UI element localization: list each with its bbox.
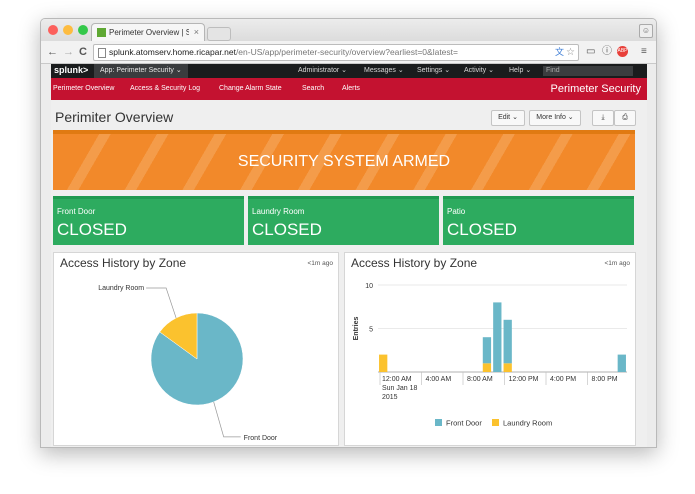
print-button[interactable]: ⎙ (614, 110, 636, 126)
bar-front-door (617, 354, 626, 372)
x-tick-label: 8:00 AM (467, 376, 493, 383)
url-path: /en-US/app/perimeter-security/overview?e… (235, 47, 458, 57)
panel-refresh-time[interactable]: <1m ago (308, 260, 333, 267)
legend-swatch (435, 419, 442, 426)
pie-leader-line (146, 287, 177, 319)
bar-front-door (493, 302, 502, 372)
title-bar: Perimeter Overview | Splunk × ☺ (41, 19, 656, 42)
page-icon (98, 48, 106, 58)
close-window-button[interactable] (48, 25, 58, 35)
panel-refresh-time[interactable]: <1m ago (605, 260, 630, 267)
page-content: splunk> App: Perimeter Security ⌄ Admini… (51, 64, 647, 447)
status-front-door: Front Door CLOSED (53, 196, 244, 245)
url-host: splunk.atomserv.home.ricapar.net (109, 47, 236, 57)
new-tab-button[interactable] (207, 27, 231, 41)
pie-chart: Front Door Laundry Room (98, 285, 278, 442)
status-label: Front Door (57, 207, 96, 216)
y-axis-label: Entries (353, 317, 360, 341)
status-label: Laundry Room (252, 207, 305, 216)
bar-front-door (503, 319, 512, 364)
star-icon[interactable]: ☆ (566, 45, 575, 60)
legend-swatch (492, 419, 499, 426)
zoom-window-button[interactable] (78, 25, 88, 35)
nav-change-alarm-state[interactable]: Change Alarm State (219, 78, 282, 100)
info-icon[interactable]: ⓘ (602, 45, 612, 58)
menu-settings[interactable]: Settings ⌄ (417, 64, 450, 78)
reload-button[interactable]: C (79, 45, 87, 59)
bar-chart: 5 10 Entries 12:00 AM Sun Jan 18 2015 4:00 AM 8… (353, 283, 627, 428)
app-bar: Perimeter Overview Access & Security Log… (51, 78, 647, 100)
profile-icon[interactable]: ☺ (639, 24, 653, 38)
alarm-banner: SECURITY SYSTEM ARMED (53, 130, 635, 190)
alarm-status-text: SECURITY SYSTEM ARMED (237, 153, 451, 170)
bar-laundry-room (503, 363, 512, 372)
close-tab-icon[interactable]: × (194, 27, 199, 37)
back-button[interactable]: ← (47, 45, 58, 59)
nav-search[interactable]: Search (302, 78, 324, 100)
download-icon: ⤓ (601, 114, 605, 121)
status-value: CLOSED (252, 220, 322, 239)
menu-help[interactable]: Help ⌄ (509, 64, 531, 78)
splunk-favicon-icon (97, 28, 106, 37)
pie-label: Front Door (244, 435, 278, 442)
status-value: CLOSED (447, 220, 517, 239)
x-tick-label: 8:00 PM (592, 376, 618, 383)
find-input[interactable]: Find (543, 66, 633, 76)
x-tick-label: 4:00 AM (426, 376, 452, 383)
x-tick-label: 4:00 PM (550, 376, 576, 383)
menu-administrator[interactable]: Administrator ⌄ (298, 64, 347, 78)
edit-button[interactable]: Edit ⌄ (491, 110, 525, 126)
minimize-window-button[interactable] (63, 25, 73, 35)
browser-toolbar: ← → C splunk.atomserv.home.ricapar.net/e… (41, 41, 656, 64)
menu-messages[interactable]: Messages ⌄ (364, 64, 404, 78)
adblock-icon[interactable]: ABP (617, 46, 628, 57)
forward-button[interactable]: → (63, 45, 74, 59)
y-tick-label: 5 (369, 327, 373, 334)
x-tick-label: 2015 (382, 394, 398, 401)
app-menu[interactable]: App: Perimeter Security ⌄ (94, 64, 188, 78)
status-laundry-room: Laundry Room CLOSED (248, 196, 439, 245)
status-value: CLOSED (57, 220, 127, 239)
pie-label: Laundry Room (98, 285, 144, 292)
status-patio: Patio CLOSED (443, 196, 634, 245)
menu-icon[interactable]: ≡ (641, 45, 647, 58)
bar-front-door (482, 337, 492, 364)
page-title: Perimiter Overview (55, 109, 174, 125)
pie-chart-panel: Access History by Zone <1m ago Front Doo… (53, 252, 339, 446)
more-info-button[interactable]: More Info ⌄ (529, 110, 581, 126)
legend-label: Laundry Room (503, 419, 552, 428)
export-button[interactable]: ⤓ (592, 110, 614, 126)
tab-title: Perimeter Overview | Splunk (109, 28, 189, 37)
print-icon: ⎙ (622, 114, 628, 121)
panel-title: Access History by Zone (60, 256, 187, 270)
panel-title: Access History by Zone (351, 256, 478, 270)
bar-laundry-room (482, 363, 492, 372)
nav-perimeter-overview[interactable]: Perimeter Overview (53, 78, 114, 100)
browser-tab[interactable]: Perimeter Overview | Splunk × (91, 23, 205, 42)
bar-laundry-room (379, 354, 388, 372)
url-text: splunk.atomserv.home.ricapar.net/en-US/a… (109, 45, 458, 60)
x-tick-label: 12:00 PM (509, 376, 539, 383)
bar-chart-panel: Access History by Zone <1m ago 5 10 Entrie… (344, 252, 636, 446)
nav-alerts[interactable]: Alerts (342, 78, 360, 100)
x-tick-label: 12:00 AM (382, 376, 412, 383)
app-title: Perimeter Security (550, 83, 641, 95)
translate-icon[interactable]: 文 (555, 45, 564, 60)
browser-window: Perimeter Overview | Splunk × ☺ ← → C sp… (40, 18, 657, 448)
splunk-bar: splunk> App: Perimeter Security ⌄ Admini… (51, 64, 647, 78)
x-tick-label: Sun Jan 18 (382, 385, 418, 392)
splunk-logo[interactable]: splunk> (54, 65, 88, 75)
nav-access-security-log[interactable]: Access & Security Log (130, 78, 200, 100)
y-tick-label: 10 (365, 283, 373, 290)
pie-leader-line (213, 401, 241, 438)
address-bar[interactable]: splunk.atomserv.home.ricapar.net/en-US/a… (93, 44, 579, 61)
menu-activity[interactable]: Activity ⌄ (464, 64, 494, 78)
legend-label: Front Door (446, 419, 482, 428)
status-label: Patio (447, 207, 466, 216)
cast-icon[interactable]: ▭ (586, 45, 595, 58)
